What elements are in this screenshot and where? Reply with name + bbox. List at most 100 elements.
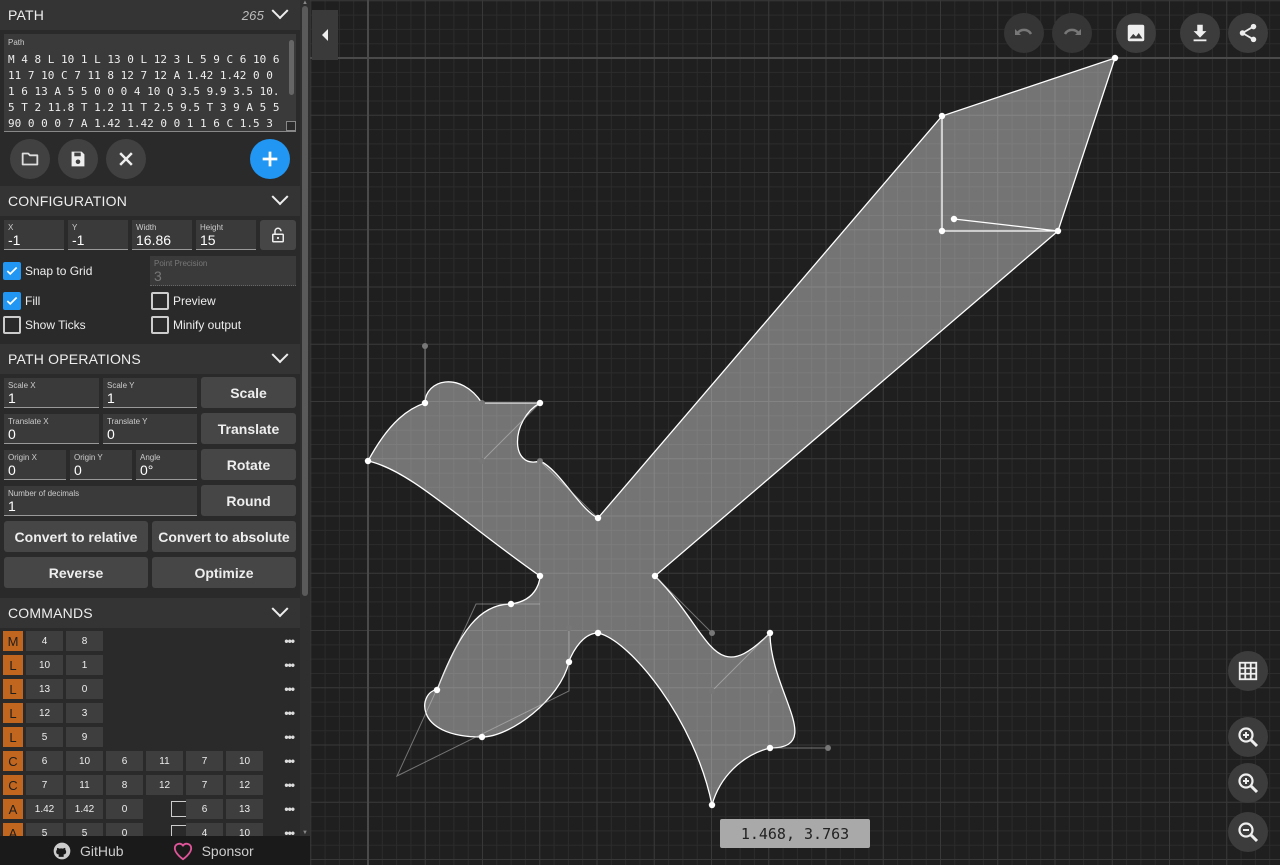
command-value[interactable]: 10 [226,823,263,836]
zoom-out-button[interactable] [1228,812,1268,852]
command-type[interactable]: A [3,823,23,836]
optimize-button[interactable]: Optimize [152,557,296,588]
path-operations-section-header[interactable]: PATH OPERATIONS [0,344,300,374]
command-value[interactable]: 12 [226,775,263,795]
command-value[interactable]: 6 [26,751,63,771]
fill-checkbox[interactable]: Fill [3,292,40,310]
snap-to-grid-checkbox[interactable]: Snap to Grid [3,262,92,280]
more-options-icon[interactable]: ••• [284,634,295,648]
more-options-icon[interactable]: ••• [284,682,295,696]
editor-canvas[interactable] [310,0,1280,865]
scale-y-field[interactable]: Scale Y 1 [103,378,197,408]
open-file-button[interactable] [10,139,50,179]
command-type[interactable]: C [3,775,23,795]
chevron-down-icon[interactable] [271,188,289,206]
command-value[interactable]: 4 [26,631,63,651]
scale-x-field[interactable]: Scale X 1 [4,378,99,408]
path-section-header[interactable]: PATH 265 [0,0,300,30]
origin-y-value[interactable]: 0 [74,462,82,478]
command-value[interactable]: 1.42 [26,799,63,819]
canvas-grid[interactable] [310,0,1280,865]
command-value[interactable]: 10 [226,751,263,771]
clear-button[interactable] [106,139,146,179]
command-value[interactable]: 6 [106,751,143,771]
viewbox-height-value[interactable]: 15 [200,232,216,248]
origin-y-field[interactable]: Origin Y 0 [70,450,132,480]
chevron-down-icon[interactable] [271,2,289,20]
command-value[interactable]: 11 [66,775,103,795]
sidebar-scrollbar[interactable]: ▲ ▼ [300,0,310,836]
path-textarea-scrollbar[interactable] [289,40,294,95]
scale-y-value[interactable]: 1 [107,390,115,406]
add-path-button[interactable] [250,139,290,179]
origin-x-value[interactable]: 0 [8,462,16,478]
command-row[interactable]: L 13 0 ••• [0,678,300,700]
export-button[interactable] [1180,13,1220,53]
viewbox-width-value[interactable]: 16.86 [136,232,171,248]
command-value[interactable]: 5 [26,823,63,836]
command-value[interactable]: 9 [66,727,103,747]
command-type[interactable]: L [3,655,23,675]
command-value[interactable]: 1 [66,655,103,675]
command-value[interactable]: 11 [146,751,183,771]
decimals-value[interactable]: 1 [8,498,16,514]
command-type[interactable]: M [3,631,23,651]
translate-y-value[interactable]: 0 [107,426,115,442]
command-type[interactable]: C [3,751,23,771]
commands-section-header[interactable]: COMMANDS [0,598,300,628]
convert-to-relative-button[interactable]: Convert to relative [4,521,148,552]
more-options-icon[interactable]: ••• [284,778,295,792]
chevron-down-icon[interactable] [271,346,289,364]
command-value[interactable]: 6 [186,799,223,819]
more-options-icon[interactable]: ••• [284,802,295,816]
translate-x-value[interactable]: 0 [8,426,16,442]
viewbox-y-field[interactable]: Y -1 [68,220,128,250]
command-value[interactable]: 10 [66,751,103,771]
command-value[interactable]: 4 [186,823,223,836]
chevron-down-icon[interactable] [271,600,289,618]
command-row[interactable]: A 5 5 0 4 10 ••• [0,822,300,836]
zoom-in-button[interactable] [1228,763,1268,803]
translate-button[interactable]: Translate [201,413,296,444]
command-row[interactable]: M 4 8 ••• [0,630,300,652]
round-button[interactable]: Round [201,485,296,516]
github-link[interactable]: GitHub [52,841,124,861]
command-type[interactable]: L [3,703,23,723]
viewbox-x-value[interactable]: -1 [8,232,20,248]
sponsor-link[interactable]: Sponsor [172,841,254,861]
redo-button[interactable] [1052,13,1092,53]
checkbox-empty-icon[interactable] [151,316,169,334]
viewbox-y-value[interactable]: -1 [72,232,84,248]
decimals-field[interactable]: Number of decimals 1 [4,486,197,516]
zoom-fit-button[interactable] [1228,717,1268,757]
configuration-section-header[interactable]: CONFIGURATION [0,186,300,216]
command-value[interactable]: 0 [106,799,143,819]
command-row[interactable]: C 7 11 8 12 7 12 ••• [0,774,300,796]
command-row[interactable]: C 6 10 6 11 7 10 ••• [0,750,300,772]
command-row[interactable]: L 10 1 ••• [0,654,300,676]
scrollbar-thumb[interactable] [302,6,308,596]
command-value[interactable]: 3 [66,703,103,723]
more-options-icon[interactable]: ••• [284,730,295,744]
convert-to-absolute-button[interactable]: Convert to absolute [152,521,296,552]
more-options-icon[interactable]: ••• [284,658,295,672]
checkbox-empty-icon[interactable] [3,316,21,334]
background-image-button[interactable] [1116,13,1156,53]
path-textarea[interactable]: Path M 4 8 L 10 1 L 13 0 L 12 3 L 5 9 C … [4,34,296,132]
reverse-button[interactable]: Reverse [4,557,148,588]
toggle-grid-button[interactable] [1228,651,1268,691]
command-row[interactable]: L 12 3 ••• [0,702,300,724]
command-value[interactable]: 12 [146,775,183,795]
checkbox-checked-icon[interactable] [3,292,21,310]
command-value[interactable]: 8 [106,775,143,795]
minify-output-checkbox[interactable]: Minify output [151,316,241,334]
command-value[interactable]: 0 [106,823,143,836]
more-options-icon[interactable]: ••• [284,754,295,768]
checkbox-empty-icon[interactable] [171,801,187,817]
share-button[interactable] [1228,13,1268,53]
lock-ratio-button[interactable] [260,220,296,250]
command-value[interactable]: 10 [26,655,63,675]
path-text-value[interactable]: M 4 8 L 10 1 L 13 0 L 12 3 L 5 9 C 6 10 … [8,52,286,131]
scale-x-value[interactable]: 1 [8,390,16,406]
angle-value[interactable]: 0° [140,462,153,478]
